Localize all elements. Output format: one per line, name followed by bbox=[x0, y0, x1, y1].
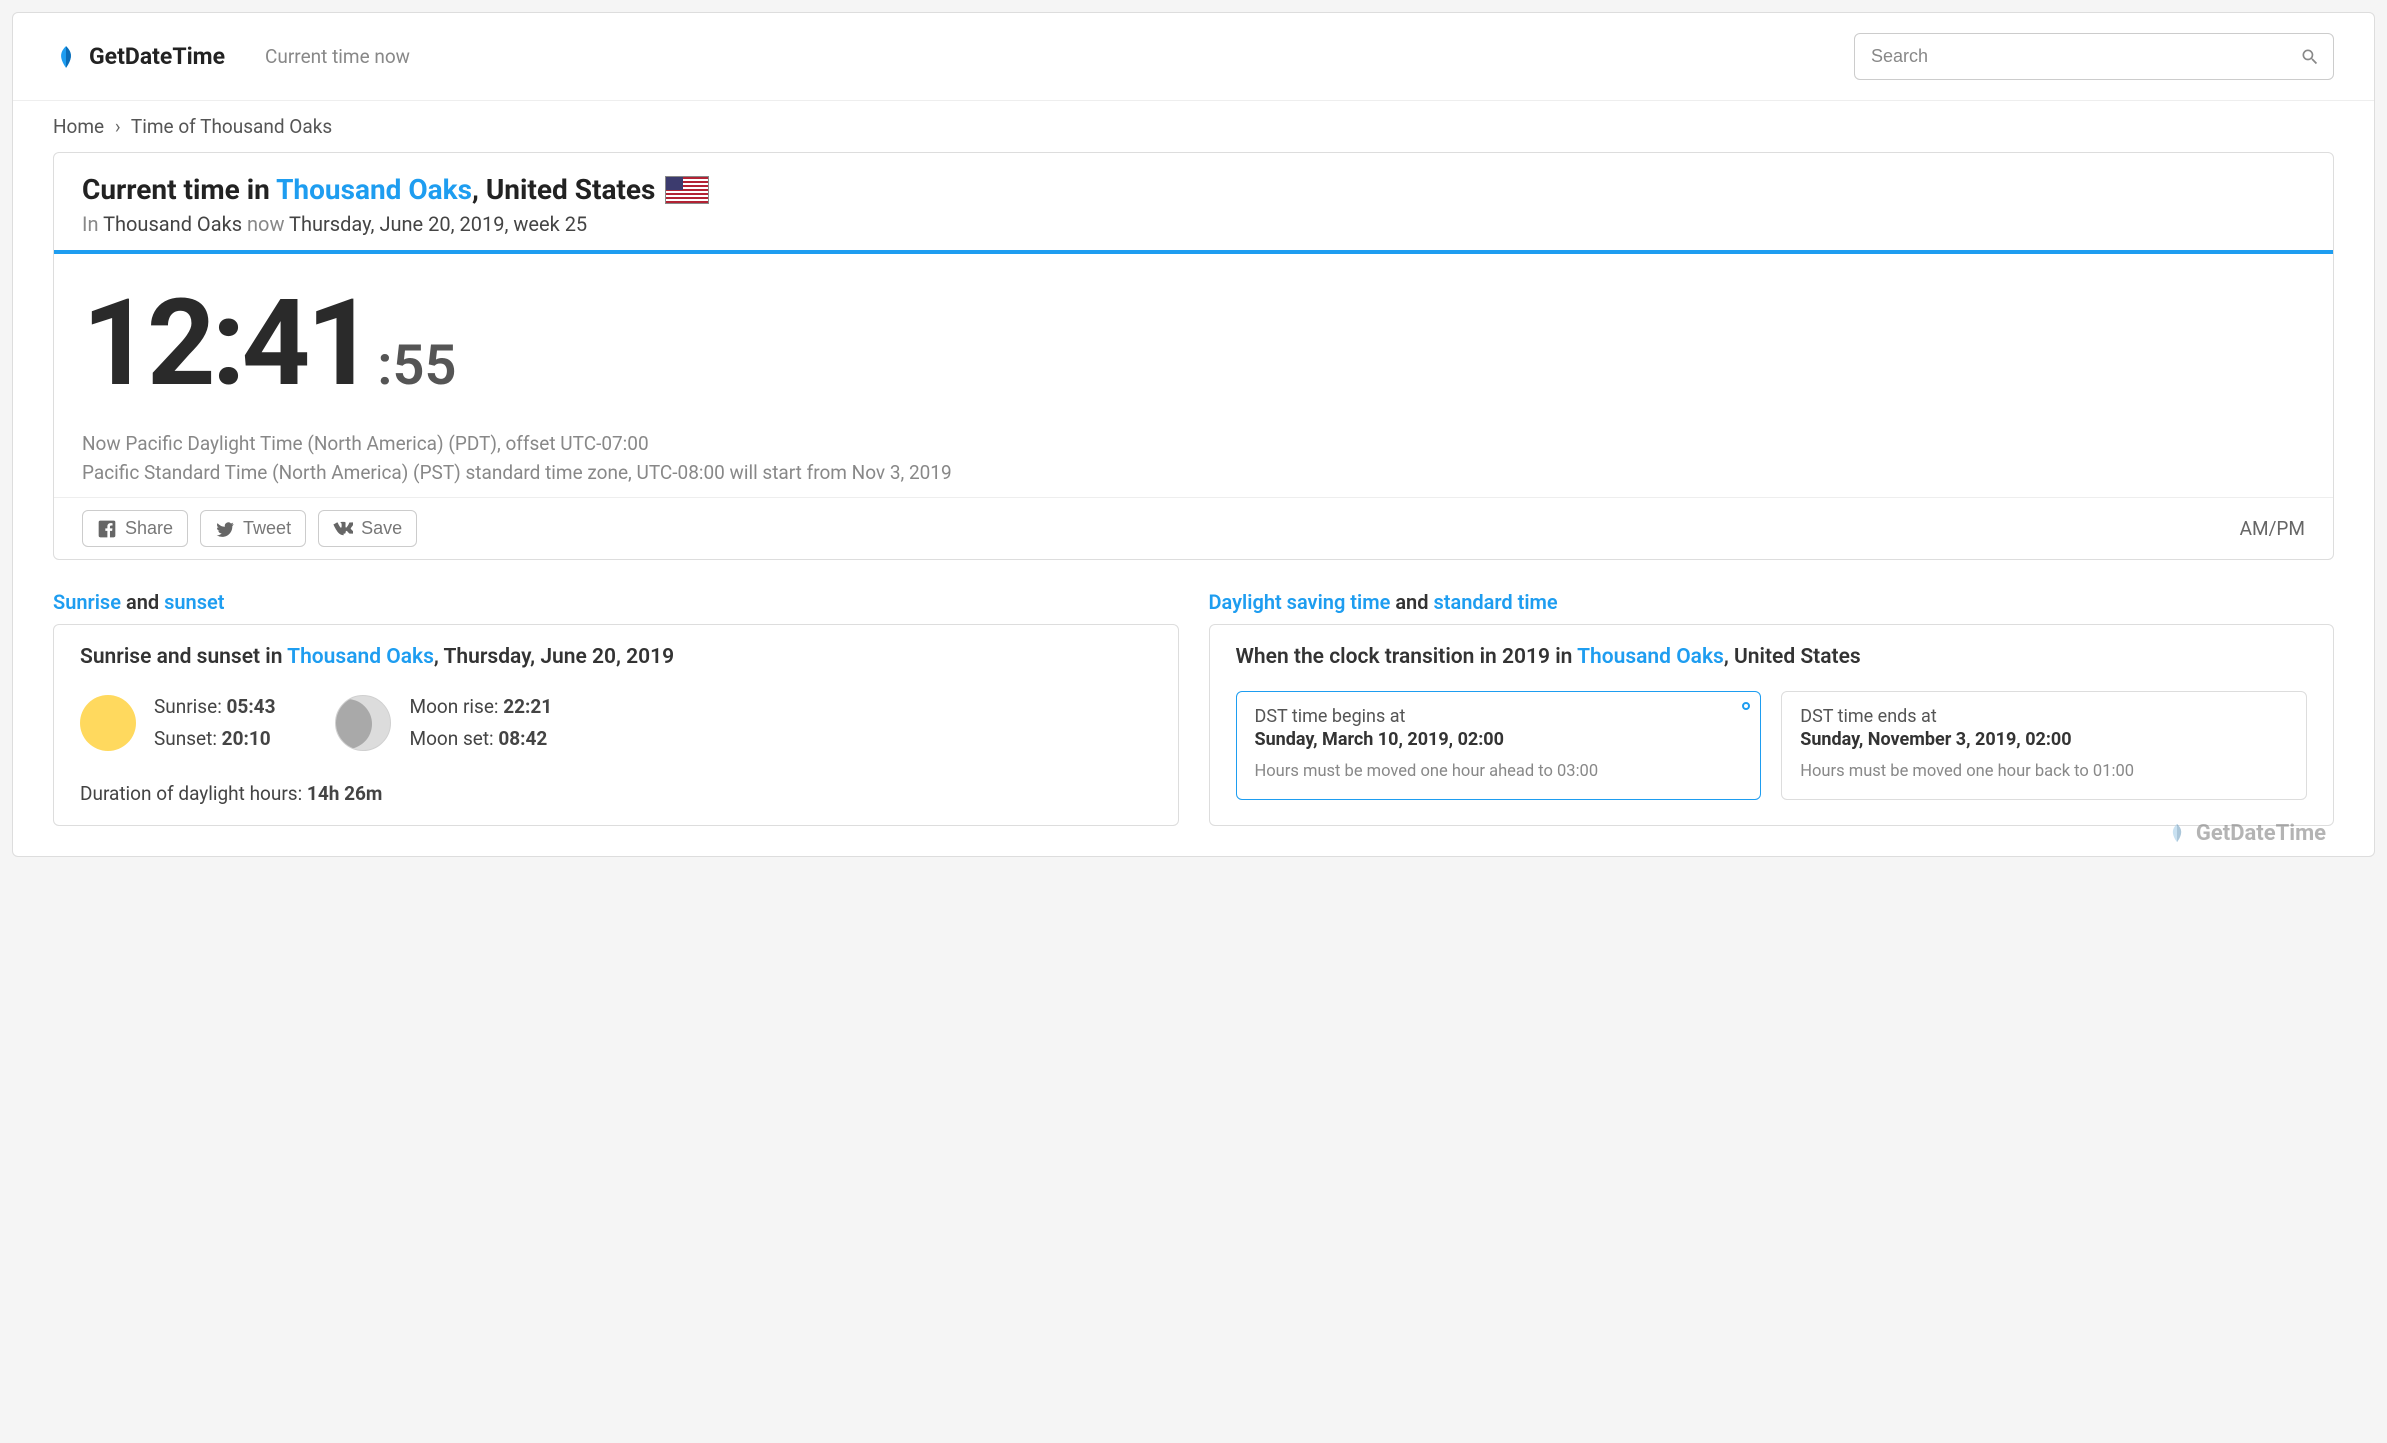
dst-ends-card[interactable]: DST time ends at Sunday, November 3, 201… bbox=[1781, 691, 2307, 800]
active-dot-icon bbox=[1742, 702, 1750, 710]
subtitle: In Thousand Oaks now Thursday, June 20, … bbox=[82, 212, 2305, 236]
standard-time-link[interactable]: standard time bbox=[1433, 590, 1557, 614]
sunset-link[interactable]: sunset bbox=[164, 590, 224, 614]
sunrise-city-link[interactable]: Thousand Oaks bbox=[287, 645, 434, 669]
clock-ss: :55 bbox=[377, 332, 456, 398]
main-time-card: Current time in Thousand Oaks, United St… bbox=[53, 152, 2334, 560]
sunrise-panel: Sunrise and sunset in Thousand Oaks, Thu… bbox=[53, 624, 1179, 826]
sun-icon bbox=[80, 695, 136, 751]
sunrise-section-title: Sunrise and sunset bbox=[53, 590, 1179, 614]
search-icon bbox=[2300, 47, 2320, 67]
us-flag-icon bbox=[665, 176, 709, 204]
breadcrumb-current: Time of Thousand Oaks bbox=[131, 115, 332, 138]
clock: 12:41 :55 bbox=[82, 284, 2305, 404]
moon-icon bbox=[335, 695, 391, 751]
timezone-upcoming: Pacific Standard Time (North America) (P… bbox=[82, 459, 2305, 488]
search-input[interactable] bbox=[1854, 33, 2334, 80]
tagline: Current time now bbox=[265, 45, 410, 68]
dst-section-title: Daylight saving time and standard time bbox=[1209, 590, 2335, 614]
moonset-value: Moon set: 08:42 bbox=[409, 723, 552, 755]
search-wrap bbox=[1854, 33, 2334, 80]
brand-name: GetDateTime bbox=[89, 43, 225, 70]
clock-hhmm: 12:41 bbox=[82, 284, 371, 404]
twitter-icon bbox=[215, 519, 235, 539]
save-vk-button[interactable]: Save bbox=[318, 510, 417, 547]
logo-icon bbox=[53, 44, 79, 70]
moonrise-value: Moon rise: 22:21 bbox=[409, 691, 552, 723]
vk-icon bbox=[333, 519, 353, 539]
breadcrumb-home[interactable]: Home bbox=[53, 115, 104, 138]
breadcrumb: Home › Time of Thousand Oaks bbox=[13, 101, 2374, 152]
dst-panel-title: When the clock transition in 2019 in Tho… bbox=[1236, 645, 2308, 669]
top-bar: GetDateTime Current time now bbox=[13, 13, 2374, 101]
sunrise-link[interactable]: Sunrise bbox=[53, 590, 121, 614]
logo-block[interactable]: GetDateTime bbox=[53, 43, 225, 70]
sunset-value: Sunset: 20:10 bbox=[154, 723, 275, 755]
chevron-right-icon: › bbox=[115, 115, 121, 138]
sunrise-panel-title: Sunrise and sunset in Thousand Oaks, Thu… bbox=[80, 645, 1152, 669]
share-twitter-button[interactable]: Tweet bbox=[200, 510, 306, 547]
share-facebook-button[interactable]: Share bbox=[82, 510, 188, 547]
ampm-toggle[interactable]: AM/PM bbox=[2240, 517, 2305, 540]
city-link[interactable]: Thousand Oaks bbox=[276, 173, 472, 206]
page-title: Current time in Thousand Oaks, United St… bbox=[82, 173, 2305, 206]
sunrise-value: Sunrise: 05:43 bbox=[154, 691, 275, 723]
dst-panel: When the clock transition in 2019 in Tho… bbox=[1209, 624, 2335, 826]
dst-link[interactable]: Daylight saving time bbox=[1209, 590, 1391, 614]
dst-city-link[interactable]: Thousand Oaks bbox=[1577, 645, 1724, 669]
timezone-current: Now Pacific Daylight Time (North America… bbox=[82, 430, 2305, 459]
dst-begins-card[interactable]: DST time begins at Sunday, March 10, 201… bbox=[1236, 691, 1762, 800]
facebook-icon bbox=[97, 519, 117, 539]
daylight-duration: Duration of daylight hours: 14h 26m bbox=[80, 782, 1152, 805]
